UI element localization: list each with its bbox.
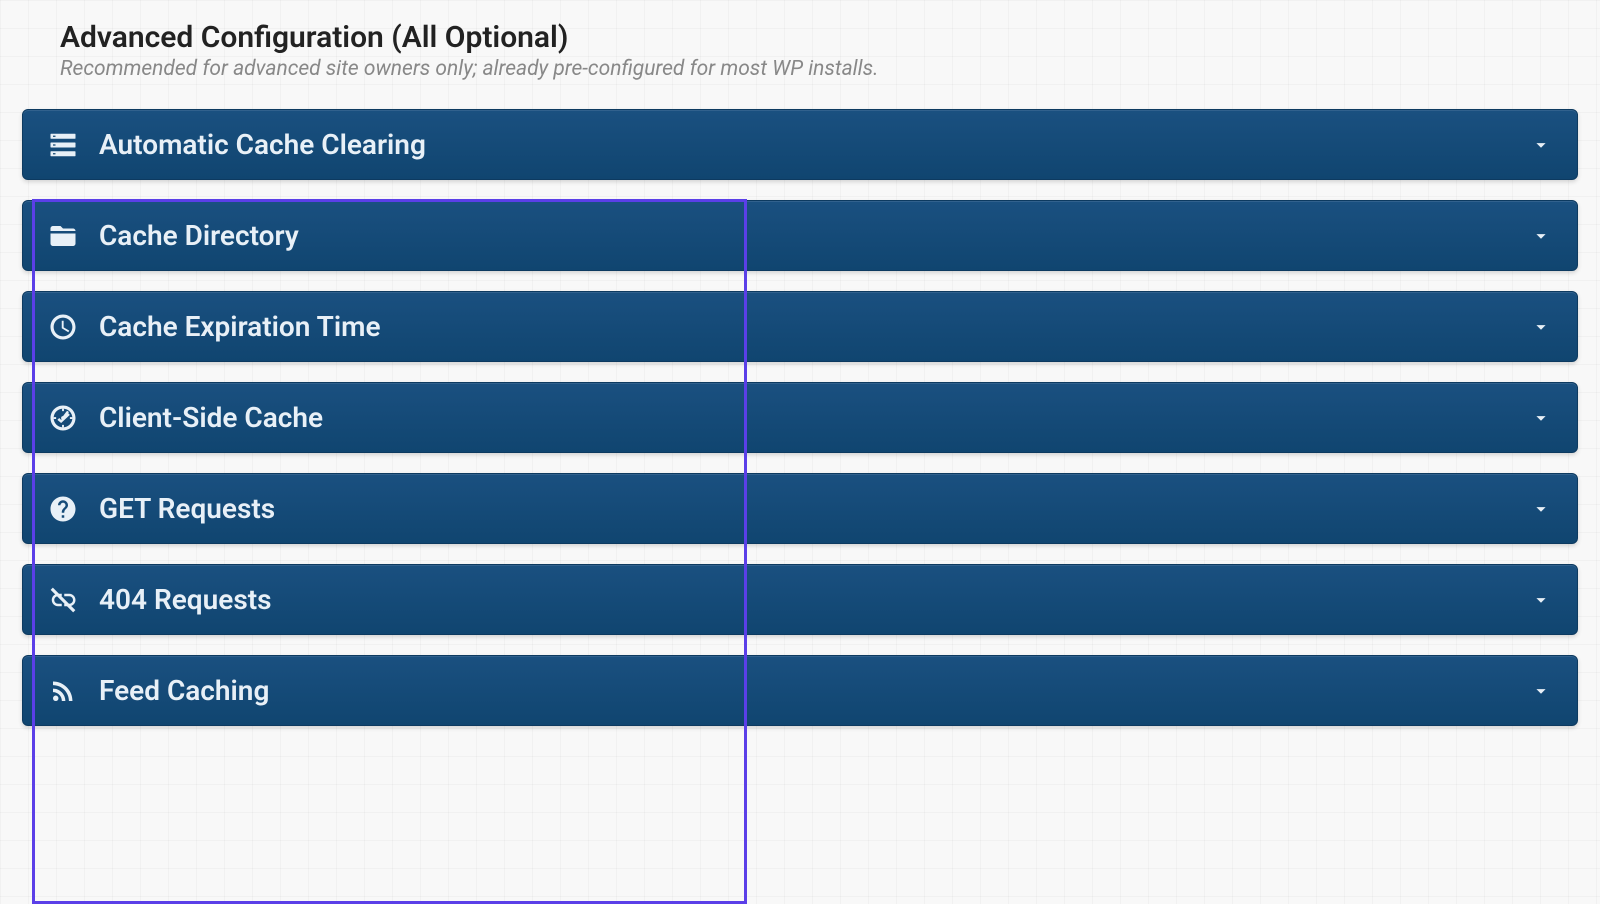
accordion-left-content: GET Requests: [47, 492, 275, 525]
page-subtitle: Recommended for advanced site owners onl…: [60, 57, 1578, 81]
accordion-cache-directory[interactable]: Cache Directory: [22, 200, 1578, 271]
chevron-down-icon: [1529, 679, 1553, 703]
accordion-client-side-cache[interactable]: Client-Side Cache: [22, 382, 1578, 453]
accordion-label: Cache Expiration Time: [99, 310, 381, 343]
chevron-down-icon: [1529, 224, 1553, 248]
accordion-label: 404 Requests: [99, 583, 272, 616]
chevron-down-icon: [1529, 315, 1553, 339]
chevron-down-icon: [1529, 497, 1553, 521]
section-header: Advanced Configuration (All Optional) Re…: [22, 20, 1578, 81]
accordion-left-content: Client-Side Cache: [47, 401, 323, 434]
accordion-get-requests[interactable]: GET Requests: [22, 473, 1578, 544]
accordion-left-content: Automatic Cache Clearing: [47, 128, 426, 161]
server-icon: [47, 129, 79, 161]
accordion-automatic-cache-clearing[interactable]: Automatic Cache Clearing: [22, 109, 1578, 180]
accordion-cache-expiration-time[interactable]: Cache Expiration Time: [22, 291, 1578, 362]
chevron-down-icon: [1529, 588, 1553, 612]
accordion-list: Automatic Cache Clearing Cache Directory…: [22, 109, 1578, 726]
accordion-left-content: Cache Directory: [47, 219, 299, 252]
accordion-left-content: Feed Caching: [47, 674, 269, 707]
accordion-label: Feed Caching: [99, 674, 269, 707]
gauge-icon: [47, 402, 79, 434]
accordion-404-requests[interactable]: 404 Requests: [22, 564, 1578, 635]
folder-icon: [47, 220, 79, 252]
broken-link-icon: [47, 584, 79, 616]
rss-icon: [47, 675, 79, 707]
accordion-label: Automatic Cache Clearing: [99, 128, 426, 161]
accordion-left-content: Cache Expiration Time: [47, 310, 381, 343]
chevron-down-icon: [1529, 133, 1553, 157]
accordion-label: Client-Side Cache: [99, 401, 323, 434]
question-icon: [47, 493, 79, 525]
accordion-label: GET Requests: [99, 492, 275, 525]
accordion-left-content: 404 Requests: [47, 583, 272, 616]
accordion-feed-caching[interactable]: Feed Caching: [22, 655, 1578, 726]
clock-icon: [47, 311, 79, 343]
page-title: Advanced Configuration (All Optional): [60, 20, 1578, 55]
chevron-down-icon: [1529, 406, 1553, 430]
accordion-label: Cache Directory: [99, 219, 299, 252]
